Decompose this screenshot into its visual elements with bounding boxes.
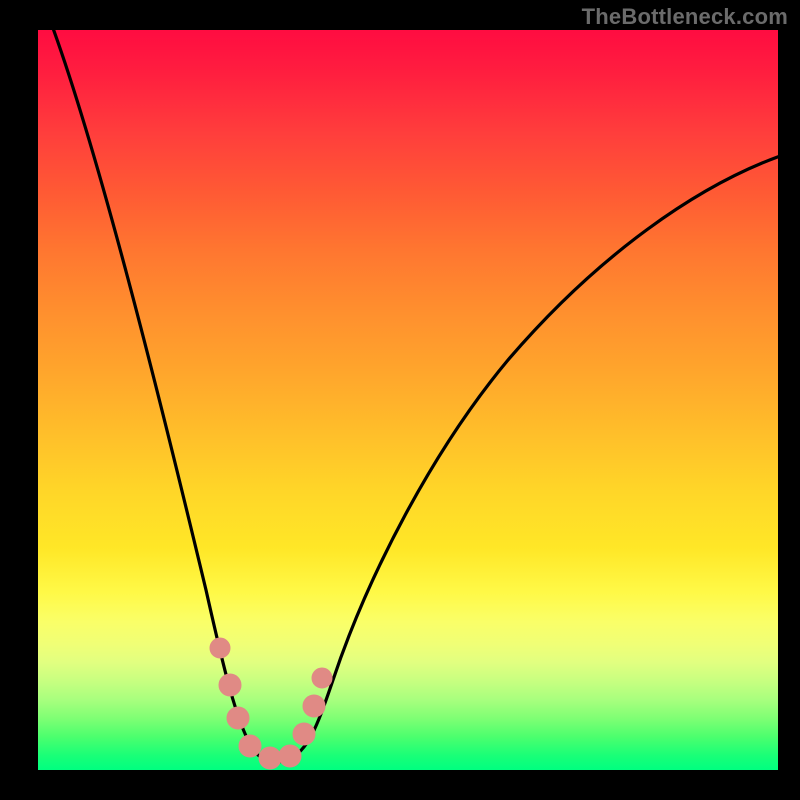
marker-dot — [219, 674, 241, 696]
marker-dot — [303, 695, 325, 717]
watermark-text: TheBottleneck.com — [582, 4, 788, 30]
plot-area — [38, 30, 778, 770]
marker-dot — [312, 668, 332, 688]
marker-group — [210, 638, 332, 769]
marker-dot — [227, 707, 249, 729]
marker-dot — [293, 723, 315, 745]
marker-dot — [210, 638, 230, 658]
marker-dot — [259, 747, 281, 769]
marker-dot — [279, 745, 301, 767]
bottleneck-curve — [38, 30, 778, 770]
curve-path — [50, 30, 778, 762]
marker-dot — [239, 735, 261, 757]
chart-frame: TheBottleneck.com — [0, 0, 800, 800]
